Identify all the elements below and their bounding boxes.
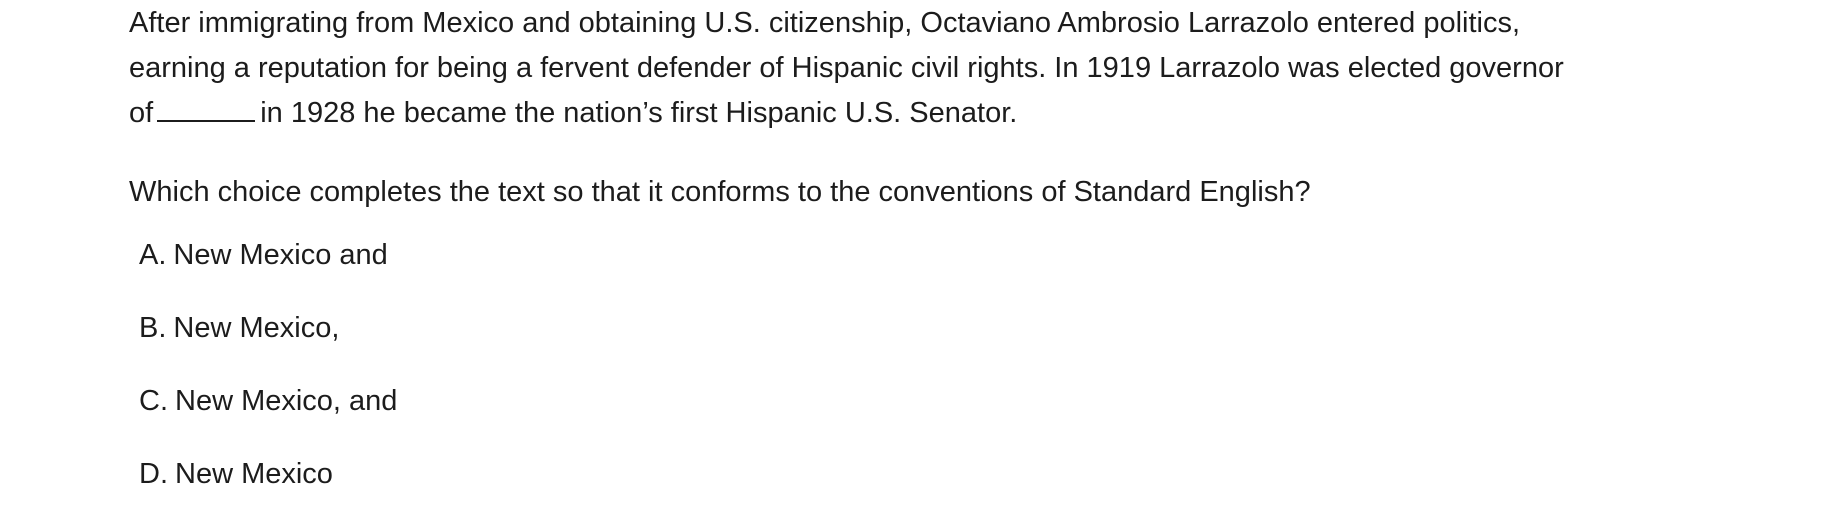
choice-c[interactable]: C. New Mexico, and	[129, 381, 1729, 421]
choice-a[interactable]: A. New Mexico and	[129, 235, 1729, 275]
choice-letter: B.	[139, 311, 167, 344]
choice-letter: D.	[139, 457, 168, 490]
answer-blank	[157, 92, 256, 122]
answer-choices: A. New Mexico and B. New Mexico, C. New …	[129, 235, 1729, 494]
choice-text: New Mexico and	[173, 238, 388, 271]
choice-d[interactable]: D. New Mexico	[129, 454, 1729, 494]
question-container: After immigrating from Mexico and obtain…	[129, 0, 1729, 527]
passage-text: After immigrating from Mexico and obtain…	[129, 0, 1729, 136]
choice-b[interactable]: B. New Mexico,	[129, 308, 1729, 348]
passage-line-3-end: in 1928 he became the nation’s first His…	[260, 97, 1018, 129]
passage-line-3: of in 1928 he became the nation’s first H…	[129, 91, 1729, 136]
question-prompt: Which choice completes the text so that …	[129, 176, 1311, 208]
choice-letter: C.	[139, 384, 168, 417]
passage-line-3-start: of	[129, 97, 154, 129]
choice-text: New Mexico,	[173, 311, 340, 344]
choice-text: New Mexico, and	[175, 384, 398, 417]
passage-line-1: After immigrating from Mexico and obtain…	[129, 7, 1521, 39]
passage-line-2: earning a reputation for being a fervent…	[129, 52, 1564, 84]
choice-letter: A.	[139, 238, 167, 271]
choice-text: New Mexico	[175, 457, 333, 490]
